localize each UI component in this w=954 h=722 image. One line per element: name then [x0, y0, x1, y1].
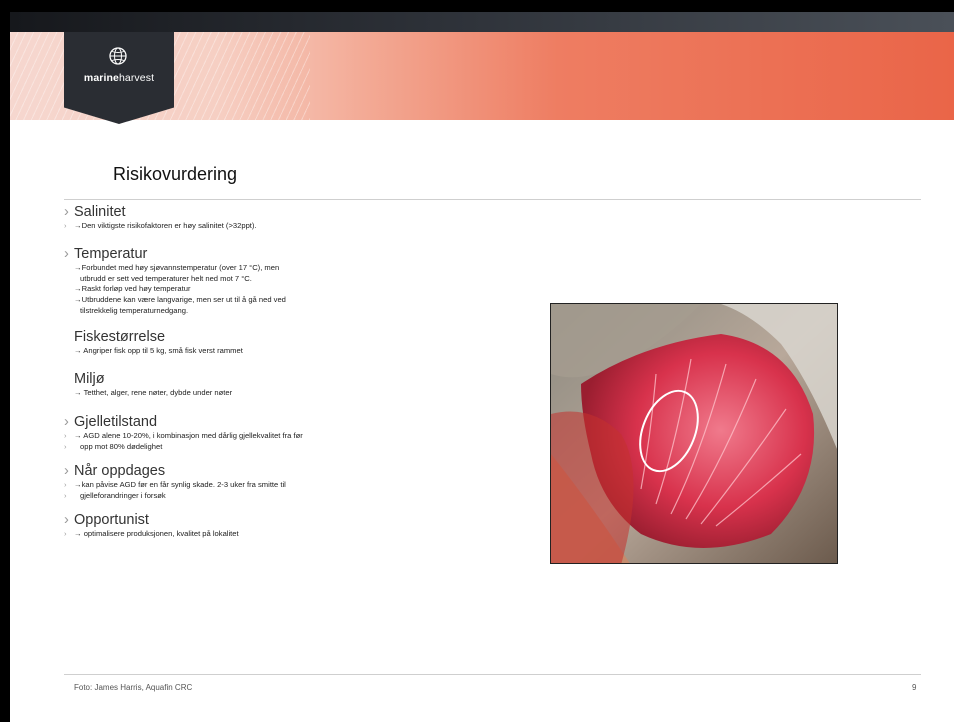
heading-text: Gjelletilstand — [74, 414, 158, 431]
text-temperatur-2: utbrudd er sett ved temperaturer helt ne… — [80, 273, 252, 283]
heading-text: Temperatur — [74, 245, 148, 262]
heading-text: Opportunist — [74, 511, 149, 528]
slide-title: Risikovurdering — [113, 164, 238, 184]
blood-area — [551, 411, 634, 563]
logo-word-bold: marine — [83, 72, 119, 84]
text-temperatur-1: →Forbundet med høy sjøvannstemperatur (o… — [74, 262, 280, 272]
bullet: › — [64, 462, 69, 479]
photo-credit: Foto: James Harris, Aquafin CRC — [74, 683, 193, 692]
globe-icon — [109, 47, 127, 65]
bullet: › — [64, 204, 69, 220]
bullet: › — [64, 511, 69, 528]
footer-divider — [64, 674, 921, 675]
logo-word-regular: harvest — [118, 72, 155, 84]
text-opp-1: › → optimalisere produksjonen, kvalitet p… — [64, 529, 504, 540]
gill-illustration — [551, 304, 837, 563]
top-black-strip — [10, 0, 954, 12]
heading-gjelletilstand: › Gjelletilstand — [64, 414, 504, 430]
bullet: › — [64, 221, 67, 230]
logo-wordmark: marineharvest — [64, 72, 174, 84]
text-gjelle-2: › opp mot 80% dødelighet — [64, 442, 504, 453]
bullet: › — [64, 479, 67, 489]
slide-content: › Salinitet › →Den viktigste risikofaktore… — [64, 204, 504, 539]
bullet: › — [64, 431, 67, 441]
heading-naar-oppdages: › Når oppdages — [64, 463, 504, 479]
line-text: →kan påvise AGD før en får synlig skade.… — [74, 479, 286, 489]
line-text: →Den viktigste risikofaktoren er høy sal… — [74, 221, 257, 230]
text-miljo-1: → Tetthet, alger, rene nøter, dybde unde… — [74, 387, 233, 397]
page-number: 9 — [912, 683, 917, 692]
text-temperatur-3: →Raskt forløp ved høy temperatur — [74, 284, 191, 294]
bullet: › — [64, 442, 67, 452]
title-divider — [64, 199, 921, 200]
gill-photo — [550, 303, 838, 564]
text-naar-1: › →kan påvise AGD før en får synlig skade… — [64, 480, 504, 491]
top-dark-bar — [10, 12, 954, 32]
line-text: opp mot 80% dødelighet — [80, 442, 163, 452]
heading-fiskestorrelse: Fiskestørrelse — [74, 328, 166, 345]
heading-text: Salinitet — [74, 204, 126, 220]
text-temperatur-4: →Utbruddene kan være langvarige, men ser… — [74, 295, 286, 305]
bullet: › — [64, 245, 69, 262]
bullet: › — [64, 490, 67, 500]
slide: marineharvest Risikovurdering › Salinitet… — [0, 0, 954, 722]
text-temperatur-5: tilstrekkelig temperaturnedgang. — [80, 305, 189, 315]
line-text: → optimalisere produksjonen, kvalitet på… — [74, 528, 239, 538]
heading-salinitet: › Salinitet — [64, 204, 504, 220]
heading-temperatur: › Temperatur — [64, 246, 504, 262]
text-gjelle-1: › → AGD alene 10-20%, i kombinasjon med d… — [64, 431, 504, 442]
company-logo: marineharvest — [64, 32, 174, 124]
line-text: → AGD alene 10-20%, i kombinasjon med då… — [74, 431, 303, 441]
bullet: › — [64, 528, 67, 538]
heading-text: Når oppdages — [74, 462, 166, 479]
heading-opportunist: › Opportunist — [64, 512, 504, 528]
bullet: › — [64, 414, 69, 431]
heading-miljo: Miljø — [74, 370, 105, 387]
line-text: gjelleforandringer i forsøk — [80, 490, 166, 500]
text-salinitet-1: › →Den viktigste risikofaktoren er høy sa… — [64, 221, 504, 232]
text-fisk-1: → Angriper fisk opp til 5 kg, små fisk v… — [74, 345, 243, 355]
text-naar-2: › gjelleforandringer i forsøk — [64, 491, 504, 502]
